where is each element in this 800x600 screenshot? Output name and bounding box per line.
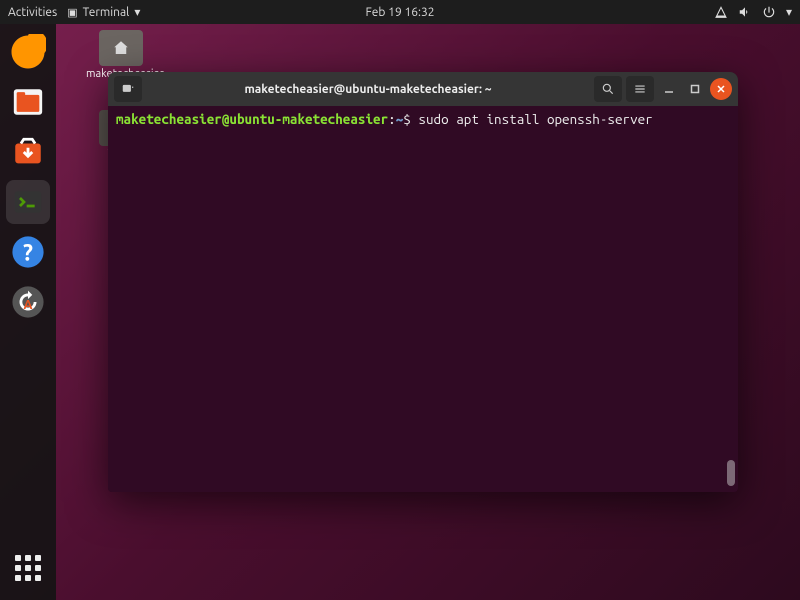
prompt-symbol: $ xyxy=(403,111,411,127)
search-icon xyxy=(601,82,615,96)
new-tab-icon xyxy=(121,82,135,96)
terminal-command: sudo apt install openssh-server xyxy=(418,111,652,127)
minimize-button[interactable] xyxy=(658,78,680,100)
terminal-icon xyxy=(12,186,44,218)
close-icon xyxy=(716,84,726,94)
dock-item-terminal[interactable] xyxy=(6,180,50,224)
minimize-icon xyxy=(664,84,674,94)
hamburger-icon xyxy=(633,82,647,96)
home-folder-icon xyxy=(99,30,143,66)
active-app-label: Terminal xyxy=(83,6,130,19)
active-app-menu[interactable]: ▣ Terminal ▾ xyxy=(67,5,140,19)
activities-button[interactable]: Activities xyxy=(8,6,57,19)
firefox-icon xyxy=(10,34,46,70)
terminal-titlebar[interactable]: maketecheasier@ubuntu-maketecheasier: ~ xyxy=(108,72,738,106)
top-bar: Activities ▣ Terminal ▾ Feb 19 16:32 ▾ xyxy=(0,0,800,24)
search-button[interactable] xyxy=(594,76,622,102)
software-center-icon xyxy=(11,135,45,169)
close-button[interactable] xyxy=(710,78,732,100)
show-applications-button[interactable] xyxy=(6,546,50,590)
system-menu-chevron-icon[interactable]: ▾ xyxy=(786,5,792,19)
volume-icon[interactable] xyxy=(738,5,752,19)
chevron-down-icon: ▾ xyxy=(134,5,140,19)
power-icon[interactable] xyxy=(762,5,776,19)
software-updater-icon: A xyxy=(11,285,45,319)
menu-button[interactable] xyxy=(626,76,654,102)
terminal-small-icon: ▣ xyxy=(67,6,77,19)
dock: ? A xyxy=(0,24,56,600)
dock-item-updater[interactable]: A xyxy=(6,280,50,324)
help-icon: ? xyxy=(11,235,45,269)
maximize-icon xyxy=(690,84,700,94)
dock-item-help[interactable]: ? xyxy=(6,230,50,274)
terminal-scrollbar[interactable] xyxy=(727,460,735,486)
svg-text:?: ? xyxy=(23,241,33,266)
files-icon xyxy=(11,85,45,119)
dock-item-files[interactable] xyxy=(6,80,50,124)
dock-item-software[interactable] xyxy=(6,130,50,174)
svg-text:A: A xyxy=(24,298,33,312)
network-icon[interactable] xyxy=(714,5,728,19)
maximize-button[interactable] xyxy=(684,78,706,100)
prompt-user-host: maketecheasier@ubuntu-maketecheasier xyxy=(116,111,388,127)
dock-item-firefox[interactable] xyxy=(6,30,50,74)
terminal-prompt-line: maketecheasier@ubuntu-maketecheasier:~$ … xyxy=(116,111,730,129)
terminal-body[interactable]: maketecheasier@ubuntu-maketecheasier:~$ … xyxy=(108,106,738,492)
clock[interactable]: Feb 19 16:32 xyxy=(365,6,434,19)
new-tab-button[interactable] xyxy=(114,76,142,102)
terminal-title: maketecheasier@ubuntu-maketecheasier: ~ xyxy=(148,83,588,96)
terminal-window: maketecheasier@ubuntu-maketecheasier: ~ … xyxy=(108,72,738,492)
